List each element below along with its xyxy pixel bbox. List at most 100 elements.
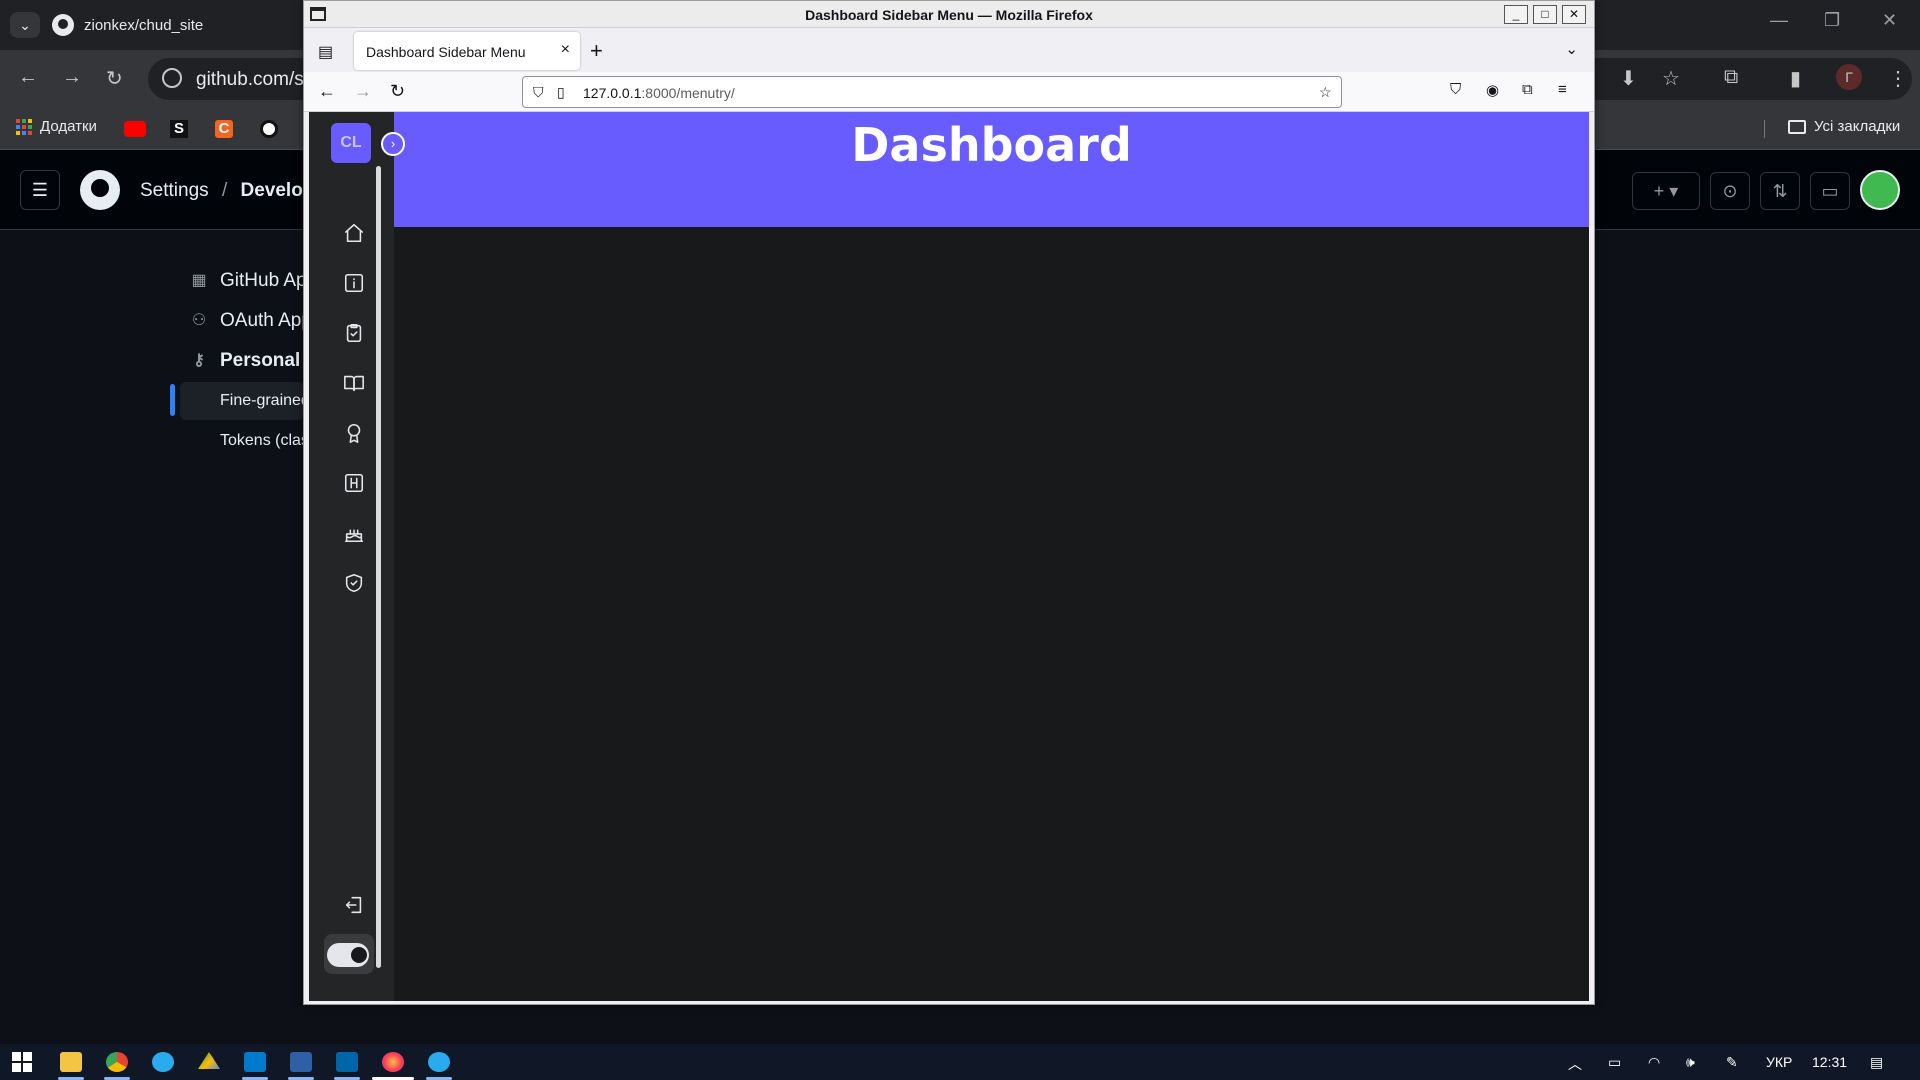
telegram-app-icon[interactable] [152,1052,174,1072]
chrome-back-icon[interactable]: ← [18,66,38,89]
extensions-icon[interactable]: ⧉ [1522,81,1533,98]
pen-icon[interactable]: ✎ [1726,1054,1738,1071]
cake-icon[interactable] [343,522,365,544]
firefox-window-title: Dashboard Sidebar Menu — Mozilla Firefox [805,7,1093,23]
chrome-minimize-icon[interactable]: — [1770,10,1788,31]
nav-personal-access-tokens[interactable]: ⚷ Personal a [190,350,316,372]
sidebar-toggle-chevron-icon[interactable]: › [381,132,405,156]
firefox-window: Dashboard Sidebar Menu — Mozilla Firefox… [303,0,1595,1005]
s-bookmark-icon[interactable]: S [170,120,188,138]
create-new-button[interactable]: + ▾ [1632,172,1700,210]
new-tab-icon[interactable]: + [590,38,603,64]
powershell-app-icon[interactable] [290,1052,312,1072]
logo-badge[interactable]: CL [331,123,371,163]
firefox-url-bar[interactable]: ⛉ ▯ 127.0.0.1:8000/menutry/ ☆ [522,76,1342,108]
extensions-icon[interactable]: ⧉ [1724,66,1738,89]
google-drive-app-icon[interactable] [198,1052,220,1069]
bookmark-apps[interactable]: Додатки [16,118,97,135]
chrome-forward-icon[interactable]: → [62,66,82,89]
firefox-app-icon[interactable] [382,1052,404,1072]
firefox-nav-bar: ← → ↻ ⛉ ▯ 127.0.0.1:8000/menutry/ ☆ ⛉ ◉ … [304,72,1594,112]
home-icon[interactable] [343,222,365,244]
telegram-secondary-app-icon[interactable] [428,1052,450,1072]
chrome-restore-icon[interactable]: ❐ [1824,10,1840,31]
chrome-tab-search-button[interactable]: ⌄ [10,12,40,38]
firefox-close-button[interactable]: ✕ [1562,5,1586,24]
start-icon[interactable] [12,1052,32,1072]
shield-check-icon[interactable] [343,572,365,594]
nav-oauth-apps-label: OAuth App [220,310,312,331]
site-info-icon[interactable] [162,68,182,88]
pocket-icon[interactable]: ⛉ [1450,81,1461,98]
issues-icon[interactable]: ⊙ [1710,172,1750,210]
clock[interactable]: 12:31 [1812,1054,1847,1070]
firefox-minimize-button[interactable]: _ [1504,5,1528,24]
notifications-icon[interactable]: ▤ [1870,1054,1883,1071]
nav-github-apps[interactable]: ▦ GitHub Ap [190,270,306,292]
key-icon: ⚷ [193,352,205,369]
youtube-bookmark-icon[interactable] [124,121,146,137]
github-menu-button[interactable]: ☰ [20,170,60,210]
github-avatar[interactable] [1860,170,1900,210]
info-icon[interactable] [343,272,365,294]
file-explorer-icon[interactable] [60,1052,82,1072]
toggle-track [327,943,369,967]
language-indicator[interactable]: УКР [1766,1054,1792,1070]
firefox-maximize-button[interactable]: □ [1533,5,1557,24]
sidebar-scrollbar[interactable] [376,166,381,968]
chrome-profile-avatar[interactable]: Г [1836,64,1862,90]
list-all-tabs-icon[interactable]: ⌄ [1565,40,1578,58]
firefox-reload-icon[interactable]: ↻ [390,81,405,102]
award-icon[interactable] [343,422,365,444]
github-logo-icon[interactable] [80,170,120,210]
breadcrumb-settings[interactable]: Settings [140,180,209,201]
firefox-tab-strip: ▤ Dashboard Sidebar Menu × + ⌄ [304,28,1594,72]
battery-icon[interactable]: ▭ [1608,1054,1621,1071]
bookmark-apps-label: Додатки [40,118,97,135]
bookmark-star-icon[interactable]: ☆ [1319,84,1332,101]
chrome-app-icon[interactable] [106,1052,128,1072]
volume-icon[interactable]: 🕪 [1686,1054,1695,1071]
active-nav-indicator [170,384,175,416]
wifi-icon[interactable]: ◠ [1648,1054,1660,1071]
tray-overflow-icon[interactable]: ︿ [1568,1054,1582,1074]
install-app-icon[interactable]: ⬇ [1620,66,1637,91]
windows-taskbar: ︿ ▭ ◠ 🕪 ✎ УКР 12:31 ▤ [0,1044,1920,1080]
logout-icon[interactable] [343,894,365,916]
chrome-tab[interactable]: zionkex/chud_site [52,8,203,42]
dashboard-title: Dashboard [851,118,1132,172]
book-icon[interactable] [343,372,365,394]
tracking-protection-icon[interactable]: ⛉ [533,84,544,101]
chrome-menu-icon[interactable]: ⋮ [1888,66,1908,91]
bookmark-star-icon[interactable]: ☆ [1662,66,1680,91]
pull-requests-icon[interactable]: ⇅ [1760,172,1800,210]
chrome-reload-icon[interactable]: ↻ [106,66,123,91]
firefox-menu-icon[interactable]: ≡ [1558,81,1567,98]
folder-icon [1788,119,1806,134]
bookmarks-divider [1764,120,1765,138]
nav-fine-grained-tokens[interactable]: Fine-grained [220,392,310,410]
side-panel-icon[interactable]: ▮ [1790,66,1801,91]
dark-mode-toggle[interactable] [324,934,374,974]
all-bookmarks[interactable]: Усі закладки [1788,118,1900,135]
football-bookmark-icon[interactable] [260,120,278,138]
chrome-address-text: github.com/se [196,69,315,90]
firefox-tab[interactable]: Dashboard Sidebar Menu × [354,32,580,70]
nav-oauth-apps[interactable]: ⚇ OAuth App [190,310,312,332]
chrome-close-icon[interactable]: ✕ [1882,10,1897,31]
tab-close-icon[interactable]: × [561,41,570,59]
firefox-back-icon[interactable]: ← [318,81,336,102]
account-icon[interactable]: ◉ [1486,81,1499,99]
firefox-view-icon[interactable]: ▤ [318,42,333,62]
vscode-secondary-app-icon[interactable] [336,1052,358,1072]
breadcrumb: Settings / Develope [140,180,325,202]
clipboard-check-icon[interactable] [343,322,365,344]
c-bookmark-icon[interactable]: C [215,120,233,138]
url-host: 127.0.0.1 [583,85,642,101]
firefox-url-text: 127.0.0.1:8000/menutry/ [583,85,735,101]
page-info-icon[interactable]: ▯ [557,84,565,101]
inbox-icon[interactable]: ▭ [1810,172,1850,210]
hotel-icon[interactable] [343,472,365,494]
vscode-app-icon[interactable] [244,1052,266,1072]
firefox-forward-icon[interactable]: → [354,81,372,102]
